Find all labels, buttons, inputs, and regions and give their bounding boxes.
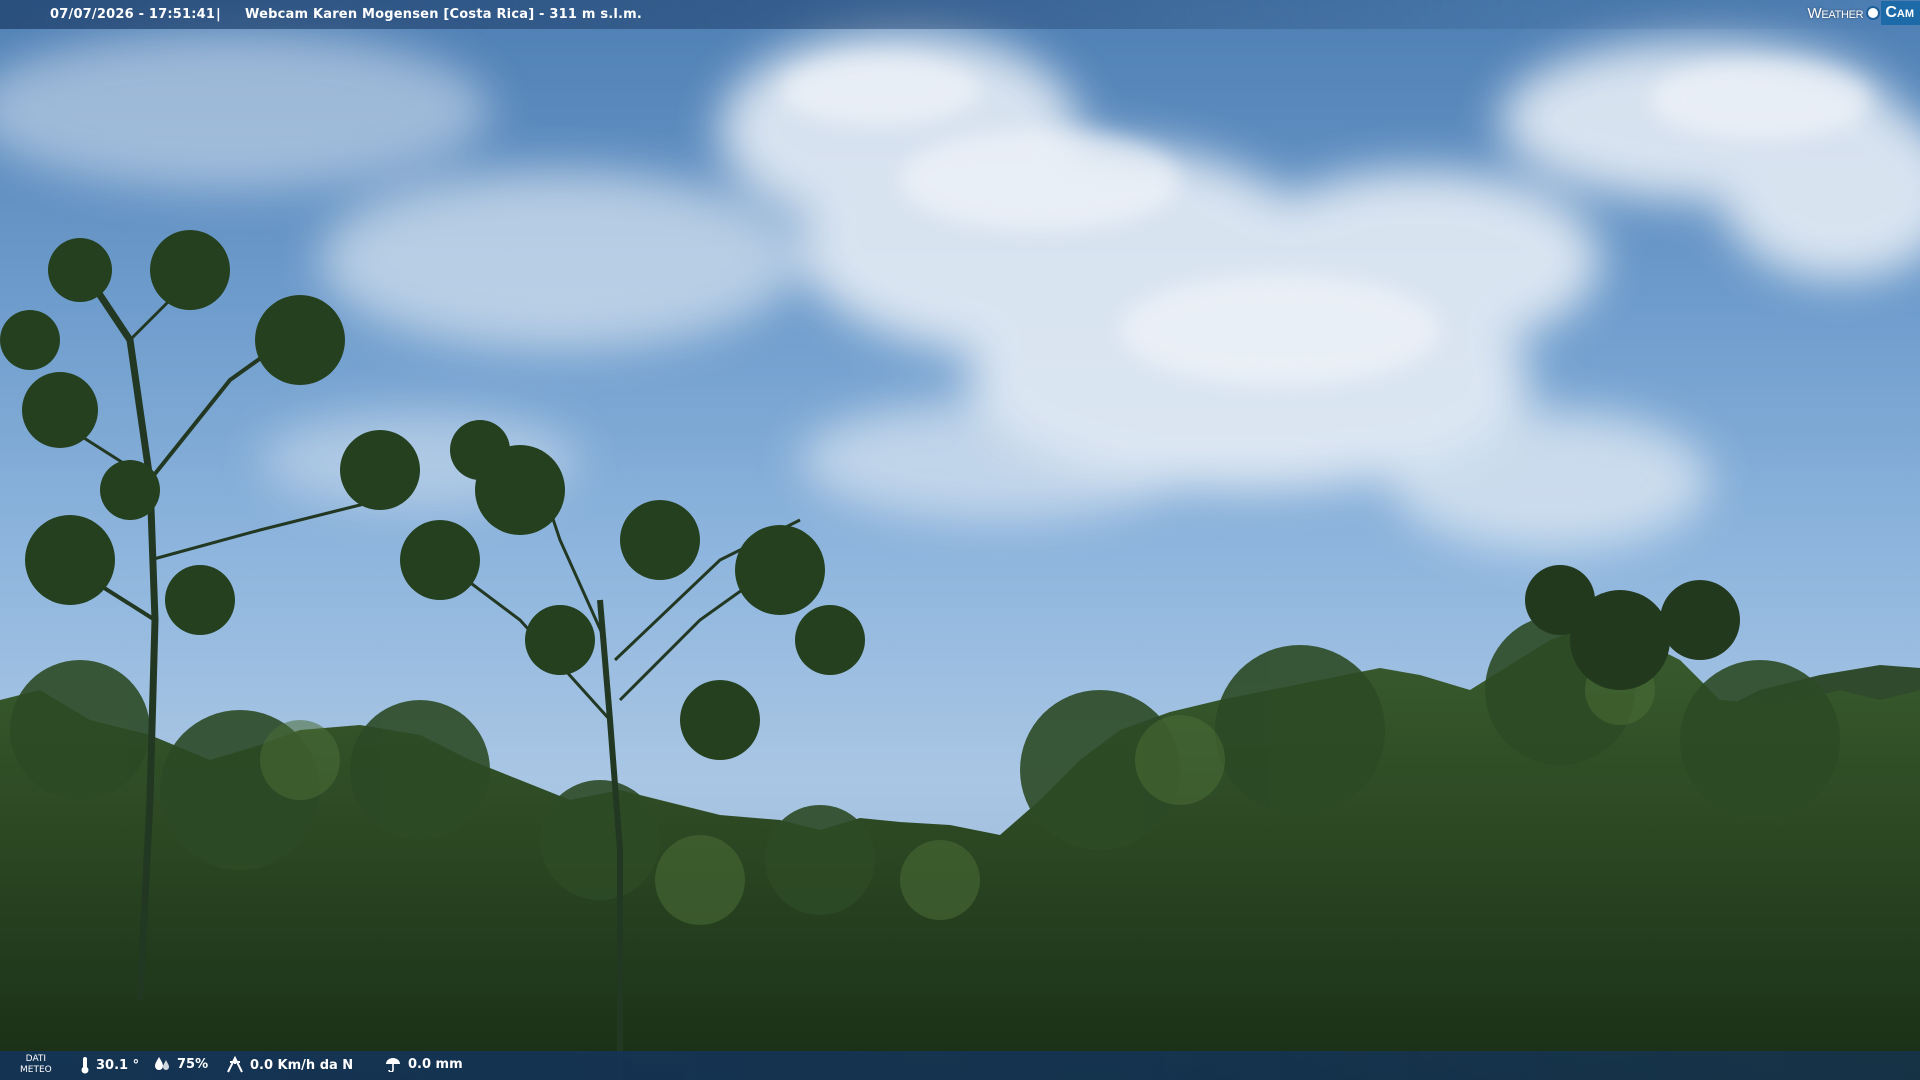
rain-reading: 0.0 mm bbox=[384, 1056, 463, 1072]
logo-weather-text: Weather bbox=[1807, 4, 1864, 22]
logo-cam-text: Cam bbox=[1881, 1, 1920, 25]
weathercam-logo[interactable]: Weather Cam bbox=[1803, 0, 1920, 26]
rain-icon bbox=[386, 1058, 400, 1072]
humidity-value: 75% bbox=[177, 1056, 209, 1072]
humidity-drop-icon bbox=[155, 1057, 169, 1070]
temperature-reading: 30.1 ° bbox=[80, 1056, 139, 1074]
webcam-frame: 07/07/2026 - 17:51:41 | Webcam Karen Mog… bbox=[0, 0, 1920, 1080]
wind-reading: 0.0 Km/h da N bbox=[226, 1056, 353, 1074]
camera-title: Webcam Karen Mogensen [Costa Rica] - 311… bbox=[245, 7, 643, 22]
thermometer-icon bbox=[81, 1057, 89, 1074]
meteo-data-bar: DATI METEO 30.1 ° 75% 0.0 Km/h da N 0.0 … bbox=[0, 1051, 1920, 1080]
temperature-value: 30.1 ° bbox=[96, 1057, 140, 1073]
wind-icon bbox=[227, 1056, 243, 1073]
webcam-image bbox=[0, 30, 1920, 1080]
timestamp: 07/07/2026 - 17:51:41 bbox=[50, 7, 216, 22]
rain-value: 0.0 mm bbox=[408, 1056, 463, 1072]
logo-eye-icon bbox=[1866, 6, 1881, 20]
wind-value: 0.0 Km/h da N bbox=[250, 1057, 354, 1073]
title-separator: | bbox=[216, 7, 221, 22]
meteo-data-label: DATI METEO bbox=[20, 1054, 52, 1075]
top-overlay-bar: 07/07/2026 - 17:51:41 | Webcam Karen Mog… bbox=[0, 0, 1920, 29]
humidity-reading: 75% bbox=[153, 1056, 208, 1072]
